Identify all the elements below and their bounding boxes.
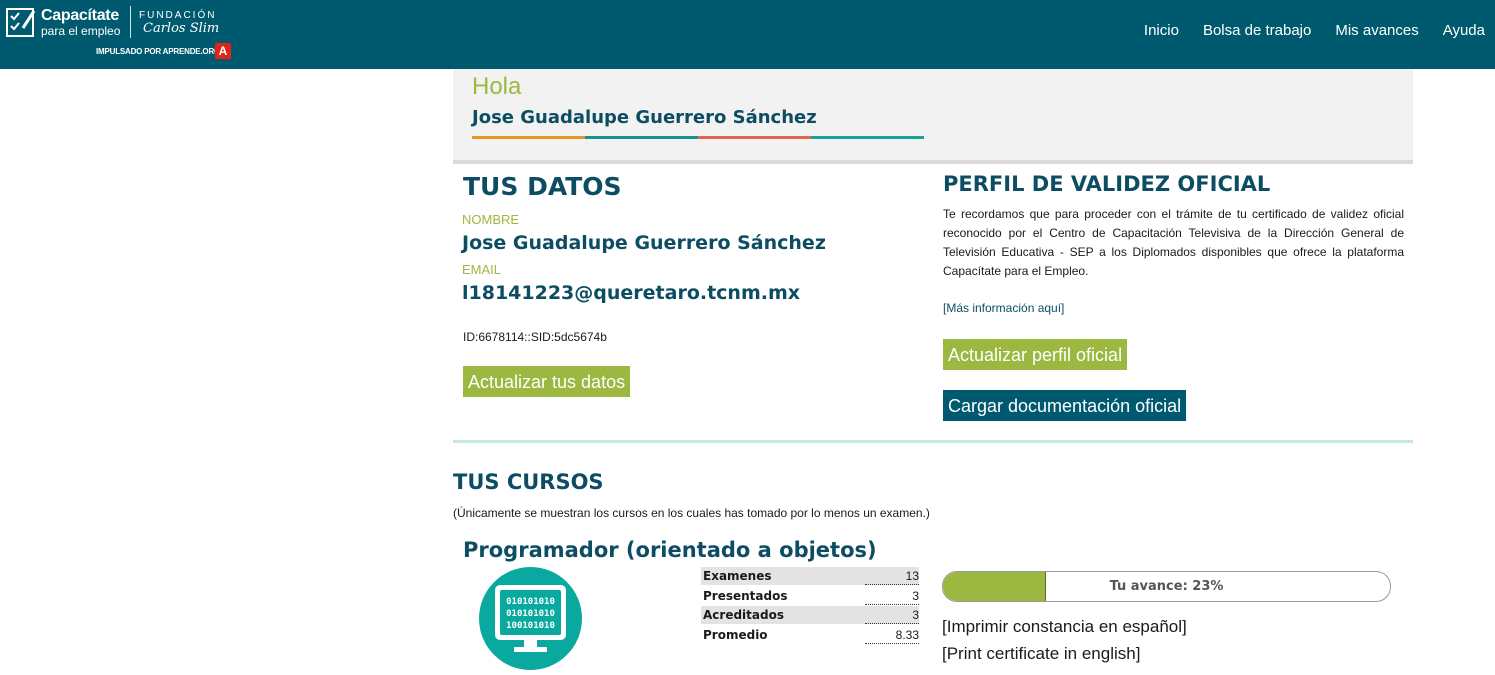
greeting-hello: Hola bbox=[472, 73, 522, 100]
stat-row: Promedio 8.33 bbox=[701, 626, 919, 646]
computer-binary-icon: 010101010 010101010 100101010 bbox=[479, 567, 582, 670]
stat-label: Promedio bbox=[703, 627, 768, 642]
logo-subtitle: para el empleo bbox=[41, 24, 121, 38]
update-official-profile-button[interactable]: Actualizar perfil oficial bbox=[943, 339, 1128, 370]
tus-cursos-title: TUS CURSOS bbox=[453, 470, 604, 494]
email-label: EMAIL bbox=[462, 262, 502, 277]
user-id-text: ID:6678114::SID:5dc5674b bbox=[463, 330, 607, 344]
impulsado-label: IMPULSADO POR APRENDE.ORG bbox=[96, 47, 221, 56]
stat-value: 13 bbox=[865, 567, 919, 585]
divider bbox=[453, 160, 1413, 164]
binary-line: 010101010 bbox=[506, 597, 555, 607]
stat-row: Acreditados 3 bbox=[701, 606, 919, 626]
update-data-button[interactable]: Actualizar tus datos bbox=[463, 366, 631, 397]
course-stats-table: Examenes 13 Presentados 3 Acreditados 3 … bbox=[701, 567, 919, 645]
binary-line: 010101010 bbox=[506, 609, 555, 619]
stat-row: Examenes 13 bbox=[701, 567, 919, 587]
name-value: Jose Guadalupe Guerrero Sánchez bbox=[462, 232, 826, 254]
course-progress-bar: Tu avance: 23% bbox=[942, 571, 1391, 602]
color-bar-segment bbox=[472, 136, 585, 139]
tus-datos-title: TUS DATOS bbox=[463, 172, 622, 201]
logo-title: Capacítate bbox=[41, 7, 119, 24]
course-title: Programador (orientado a objetos) bbox=[463, 538, 877, 562]
divider bbox=[453, 440, 1413, 443]
stat-label: Presentados bbox=[703, 588, 788, 603]
upload-official-docs-button[interactable]: Cargar documentación oficial bbox=[943, 390, 1187, 421]
perfil-title: PERFIL DE VALIDEZ OFICIAL bbox=[943, 172, 1271, 196]
stat-row: Presentados 3 bbox=[701, 587, 919, 607]
nav-bolsa-de-trabajo[interactable]: Bolsa de trabajo bbox=[1203, 22, 1311, 39]
color-bar-segment bbox=[585, 136, 698, 139]
color-bar-segment bbox=[698, 136, 811, 139]
more-info-link[interactable]: [Más información aquí] bbox=[943, 301, 1064, 315]
brand-logo[interactable]: Capacítate para el empleo FUNDACIÓN Carl… bbox=[5, 6, 240, 62]
fundacion-label: FUNDACIÓN bbox=[139, 10, 217, 21]
stat-value: 3 bbox=[865, 606, 919, 624]
stat-label: Examenes bbox=[701, 567, 865, 585]
top-header: Capacítate para el empleo FUNDACIÓN Carl… bbox=[0, 0, 1495, 69]
nav-inicio[interactable]: Inicio bbox=[1144, 22, 1179, 39]
binary-line: 100101010 bbox=[506, 621, 555, 631]
nav-mis-avances[interactable]: Mis avances bbox=[1335, 22, 1418, 39]
aprende-logo-icon: A bbox=[215, 43, 231, 59]
greeting-color-bar bbox=[472, 136, 924, 139]
perfil-description: Te recordamos que para proceder con el t… bbox=[943, 207, 1404, 278]
name-label: NOMBRE bbox=[462, 212, 520, 227]
print-certificate-es-link[interactable]: [Imprimir constancia en español] bbox=[942, 617, 1187, 637]
logo-divider bbox=[130, 6, 131, 38]
checklist-icon bbox=[6, 8, 36, 37]
email-value: l18141223@queretaro.tcnm.mx bbox=[462, 282, 801, 304]
progress-label: Tu avance: 23% bbox=[1109, 579, 1224, 594]
stat-value: 3 bbox=[865, 587, 919, 605]
main-nav: Inicio Bolsa de trabajo Mis avances Ayud… bbox=[1144, 22, 1485, 39]
carlos-slim-signature: Carlos Slim bbox=[143, 21, 220, 36]
color-bar-segment bbox=[811, 136, 924, 139]
stat-label: Acreditados bbox=[701, 606, 865, 624]
greeting-user-name: Jose Guadalupe Guerrero Sánchez bbox=[472, 107, 817, 128]
print-certificate-en-link[interactable]: [Print certificate in english] bbox=[942, 644, 1140, 664]
greeting-panel: Hola Jose Guadalupe Guerrero Sánchez bbox=[453, 69, 1413, 160]
stat-value: 8.33 bbox=[865, 626, 919, 644]
cursos-note: (Únicamente se muestran los cursos en lo… bbox=[453, 506, 930, 520]
nav-ayuda[interactable]: Ayuda bbox=[1443, 22, 1485, 39]
